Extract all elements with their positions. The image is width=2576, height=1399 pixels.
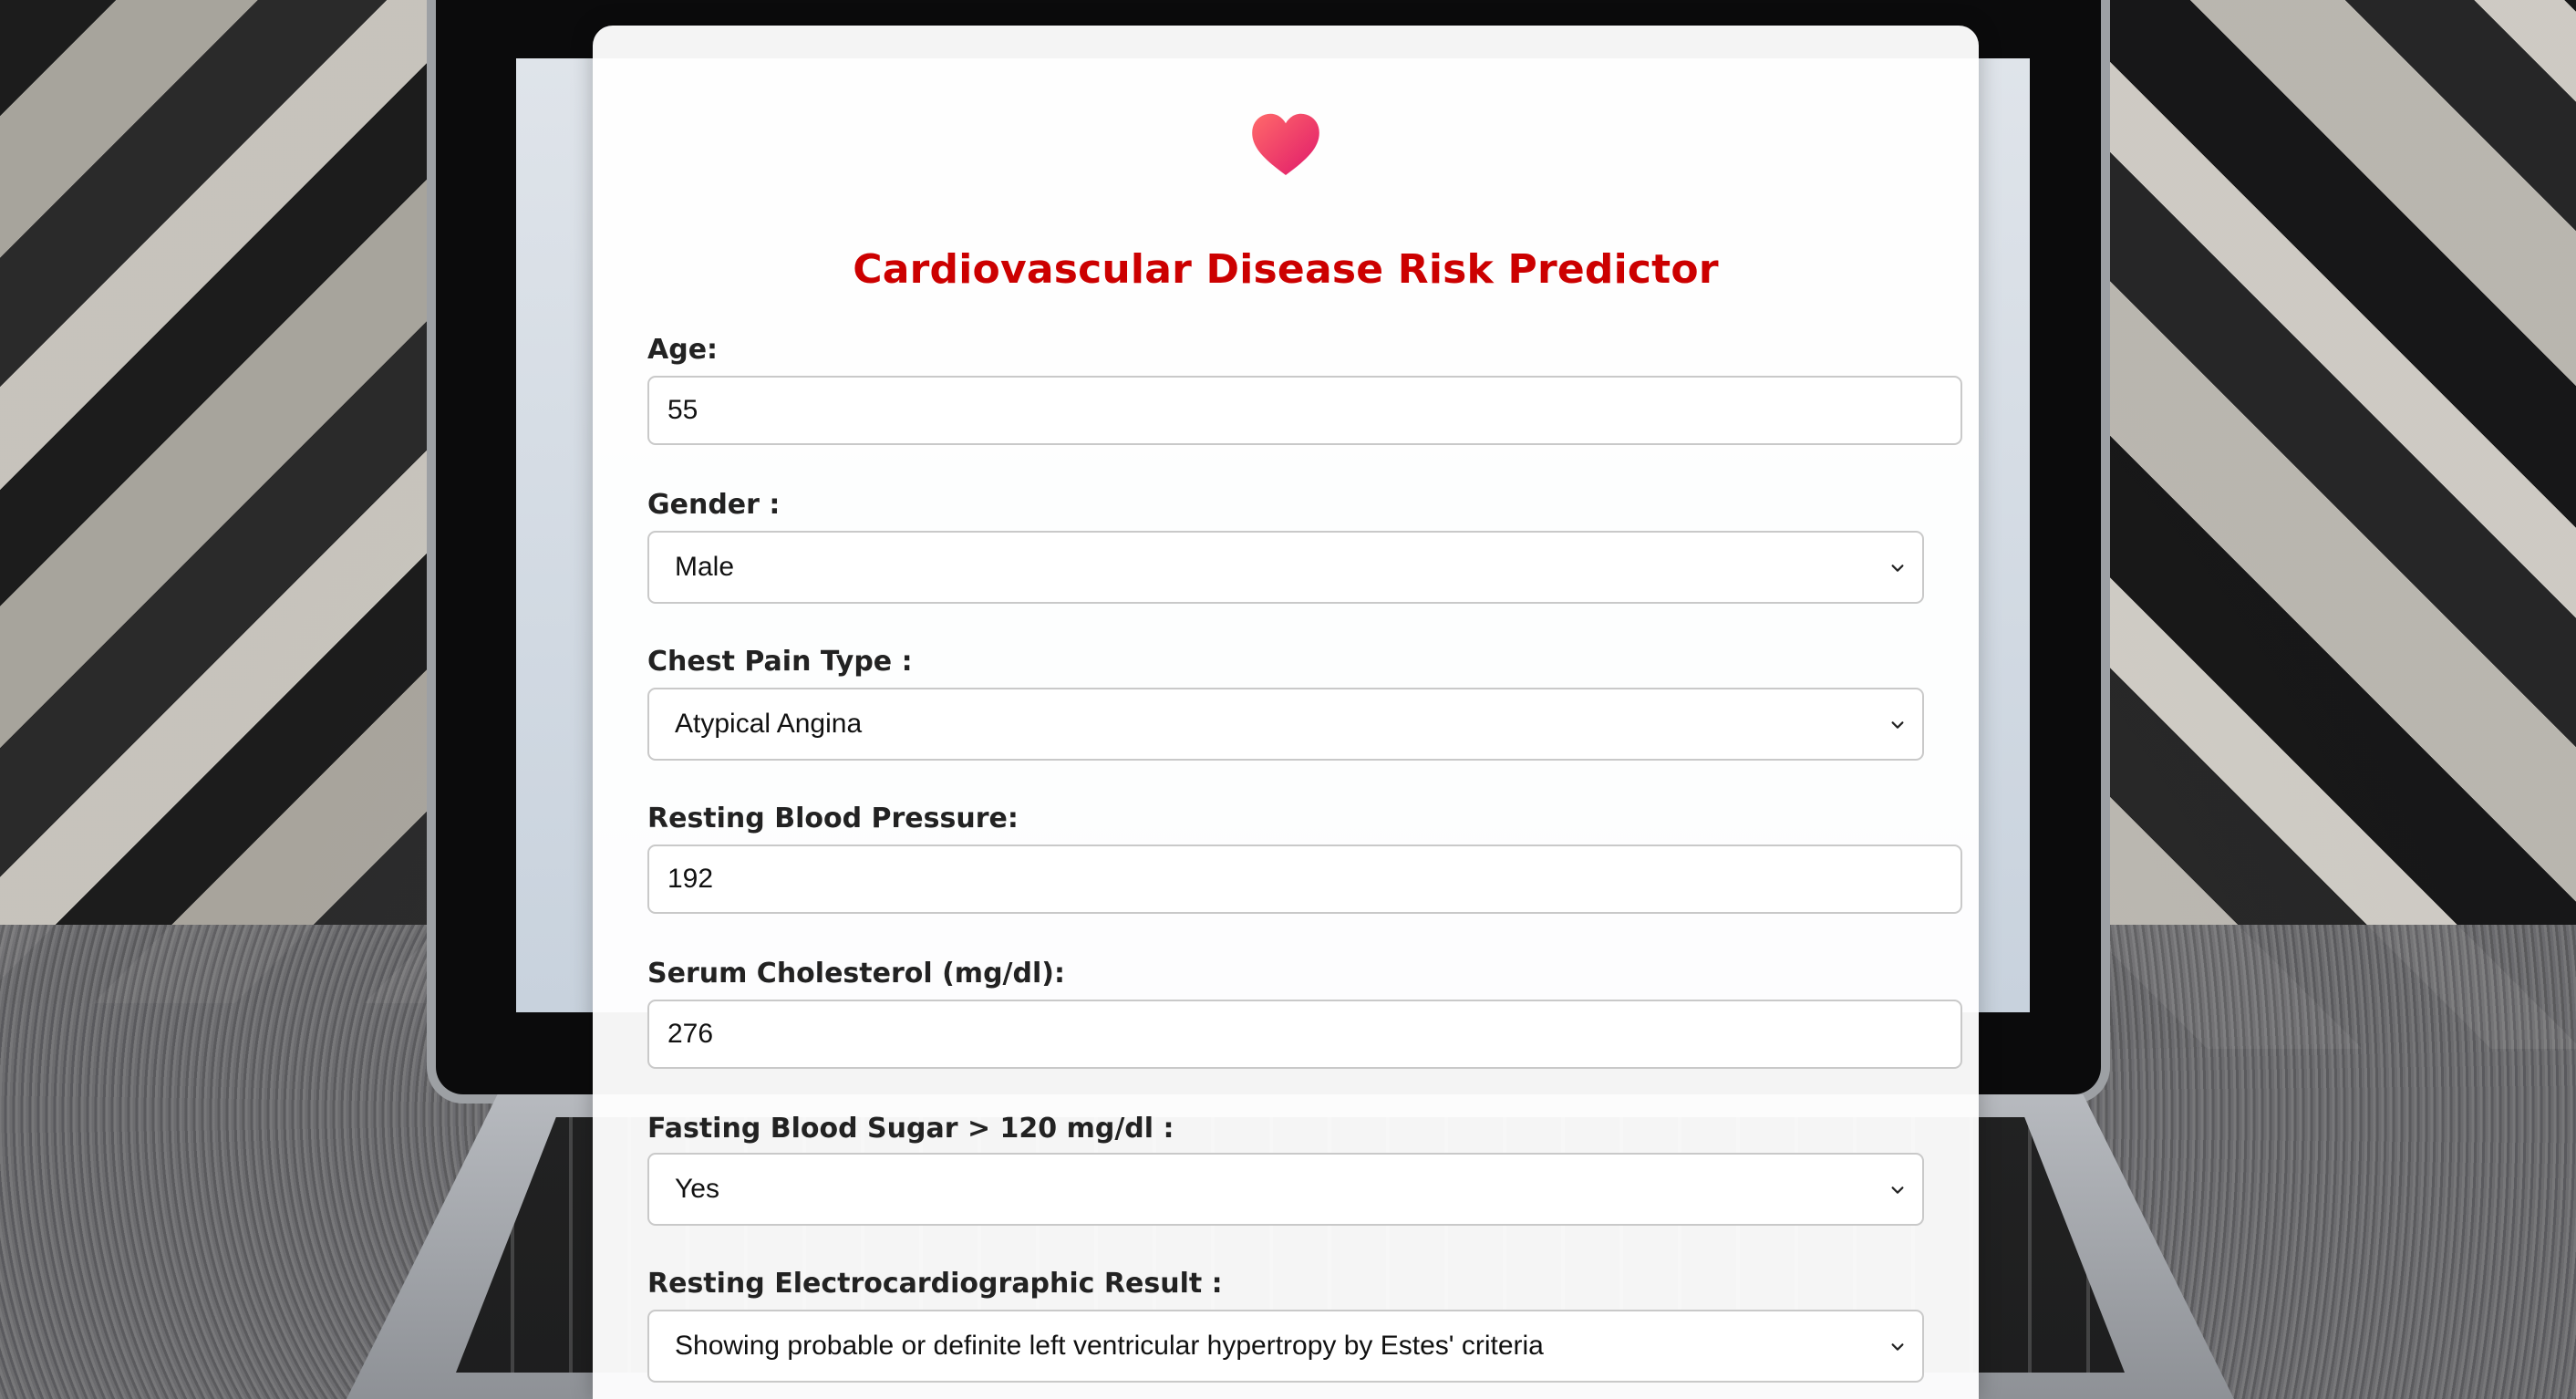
chevron-down-icon xyxy=(1891,721,1904,729)
gender-select[interactable]: Male xyxy=(647,531,1924,604)
ecg-select[interactable]: Showing probable or definite left ventri… xyxy=(647,1310,1924,1383)
blanket-pattern-right xyxy=(2065,0,2576,1049)
chest-pain-select-value: Atypical Angina xyxy=(675,709,863,739)
blanket-pattern-left xyxy=(0,0,511,1003)
age-input[interactable]: 55 xyxy=(647,376,1962,445)
page-title: Cardiovascular Disease Risk Predictor xyxy=(853,246,1719,293)
fasting-sugar-label: Fasting Blood Sugar > 120 mg/dl : xyxy=(647,1113,1174,1145)
predictor-form-card: Cardiovascular Disease Risk Predictor Ag… xyxy=(593,26,1979,1399)
age-label: Age: xyxy=(647,334,719,366)
heart-icon xyxy=(1252,113,1319,175)
ecg-select-value: Showing probable or definite left ventri… xyxy=(675,1331,1544,1361)
cholesterol-label: Serum Cholesterol (mg/dl): xyxy=(647,958,1065,990)
fasting-sugar-select-value: Yes xyxy=(675,1174,719,1204)
resting-bp-input[interactable]: 192 xyxy=(647,845,1962,914)
chevron-down-icon xyxy=(1891,565,1904,572)
gender-select-value: Male xyxy=(675,552,735,582)
chevron-down-icon xyxy=(1891,1187,1904,1194)
chevron-down-icon xyxy=(1891,1343,1904,1351)
chest-pain-select[interactable]: Atypical Angina xyxy=(647,688,1924,761)
resting-bp-label: Resting Blood Pressure: xyxy=(647,803,1019,834)
chest-pain-label: Chest Pain Type : xyxy=(647,646,913,678)
cholesterol-input[interactable]: 276 xyxy=(647,1000,1962,1069)
ecg-label: Resting Electrocardiographic Result : xyxy=(647,1268,1223,1300)
fasting-sugar-select[interactable]: Yes xyxy=(647,1153,1924,1226)
gender-label: Gender : xyxy=(647,489,781,521)
